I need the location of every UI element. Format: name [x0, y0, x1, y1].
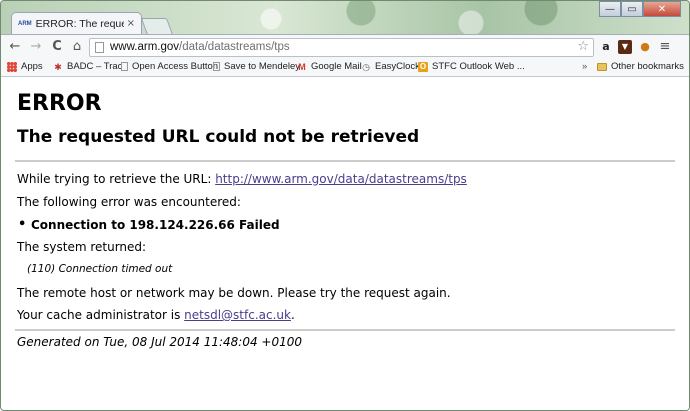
url-text: www.arm.gov/data/datastreams/tps [110, 41, 290, 53]
apps-icon [7, 61, 17, 72]
amazon-extension-icon[interactable]: a [599, 40, 613, 54]
url-path: /data/datastreams/tps [179, 41, 290, 53]
close-button[interactable]: ✕ [643, 1, 681, 17]
bookmark-label: Google Mail [311, 61, 362, 72]
bookmark-label: Open Access Button [132, 61, 219, 72]
bookmark-apps[interactable]: Apps [7, 61, 43, 72]
bookmark-google-mail[interactable]: M Google Mail [297, 61, 362, 72]
folder-icon [597, 62, 607, 71]
cache-admin-email-link[interactable]: netsdl@stfc.ac.uk [184, 308, 291, 322]
navigation-toolbar: ← → C ⌂ www.arm.gov/data/datastreams/tps… [1, 34, 689, 60]
browser-window: ARM ERROR: The requested UR × — ▭ ✕ ← → … [0, 0, 690, 411]
bookmark-save-to-mendeley[interactable]: Save to Mendeley [213, 61, 300, 72]
bookmark-open-access-button[interactable]: Open Access Button [121, 61, 218, 72]
bookmarks-overflow-button[interactable]: » [582, 61, 587, 72]
address-bar[interactable]: www.arm.gov/data/datastreams/tps ☆ [89, 38, 594, 57]
squirrel-extension-icon[interactable]: ● [638, 40, 652, 54]
error-subheading: The requested URL could not be retrieved [17, 127, 420, 147]
remote-host-text: The remote host or network may be down. … [17, 286, 451, 300]
bookmark-stfc-outlook[interactable]: O STFC Outlook Web ... [418, 61, 525, 72]
back-arrow-icon[interactable]: ← [7, 39, 23, 55]
encountered-text: The following error was encountered: [17, 195, 241, 209]
bookmark-label: BADC – Trac [67, 61, 123, 72]
outlook-icon: O [418, 61, 428, 72]
bookmark-easyclock[interactable]: ◷ EasyClock [361, 61, 420, 72]
minimize-button[interactable]: — [599, 1, 621, 17]
bookmark-label: Apps [21, 61, 43, 72]
system-message: (110) Connection timed out [27, 263, 173, 275]
divider [15, 160, 675, 162]
page-icon [213, 62, 220, 71]
page-icon [121, 62, 128, 71]
tab-close-icon[interactable]: × [127, 18, 135, 29]
bookmark-label: Save to Mendeley [224, 61, 301, 72]
tab-title: ERROR: The requested UR [35, 17, 124, 30]
url-host: www.arm.gov [110, 41, 180, 53]
page-icon [95, 42, 104, 53]
error-item: Connection to 198.124.226.66 Failed [18, 217, 280, 232]
cache-admin-end: . [290, 308, 295, 322]
arm-favicon-icon: ARM [18, 20, 32, 27]
other-bookmarks-label: Other bookmarks [611, 61, 684, 72]
generated-footer: Generated on Tue, 08 Jul 2014 11:48:04 +… [17, 335, 303, 349]
error-heading: ERROR [17, 91, 102, 116]
mendeley-extension-icon[interactable]: ▼ [618, 40, 632, 54]
bookmark-label: STFC Outlook Web ... [432, 61, 525, 72]
menu-icon[interactable]: ≡ [658, 40, 672, 54]
bookmark-star-icon[interactable]: ☆ [577, 39, 589, 54]
retrieve-text: While trying to retrieve the URL: [17, 172, 216, 186]
cache-admin-text: Your cache administrator is [17, 308, 185, 322]
clock-icon: ◷ [362, 61, 370, 72]
page-content: ERROR The requested URL could not be ret… [1, 77, 689, 410]
bookmarks-bar: Apps ✱ BADC – Trac Open Access Button Sa… [1, 59, 689, 77]
retrieve-url-link[interactable]: http://www.arm.gov/data/datastreams/tps [215, 172, 467, 186]
cache-admin-line: Your cache administrator is netsdl@stfc.… [17, 308, 295, 322]
forward-arrow-icon[interactable]: → [28, 39, 44, 55]
bookmark-badc-trac[interactable]: ✱ BADC – Trac [53, 61, 122, 72]
other-bookmarks[interactable]: Other bookmarks [597, 61, 684, 72]
home-icon[interactable]: ⌂ [69, 39, 85, 55]
window-controls: — ▭ ✕ [599, 1, 681, 17]
bookmark-label: EasyClock [375, 61, 420, 72]
divider [15, 329, 675, 331]
trac-icon: ✱ [54, 61, 62, 72]
tab-active[interactable]: ARM ERROR: The requested UR × [11, 12, 142, 34]
retrieve-line: While trying to retrieve the URL: http:/… [17, 172, 467, 186]
system-returned-text: The system returned: [17, 240, 147, 254]
reload-icon[interactable]: C [49, 39, 65, 55]
gmail-icon: M [298, 61, 306, 72]
maximize-button[interactable]: ▭ [621, 1, 643, 17]
